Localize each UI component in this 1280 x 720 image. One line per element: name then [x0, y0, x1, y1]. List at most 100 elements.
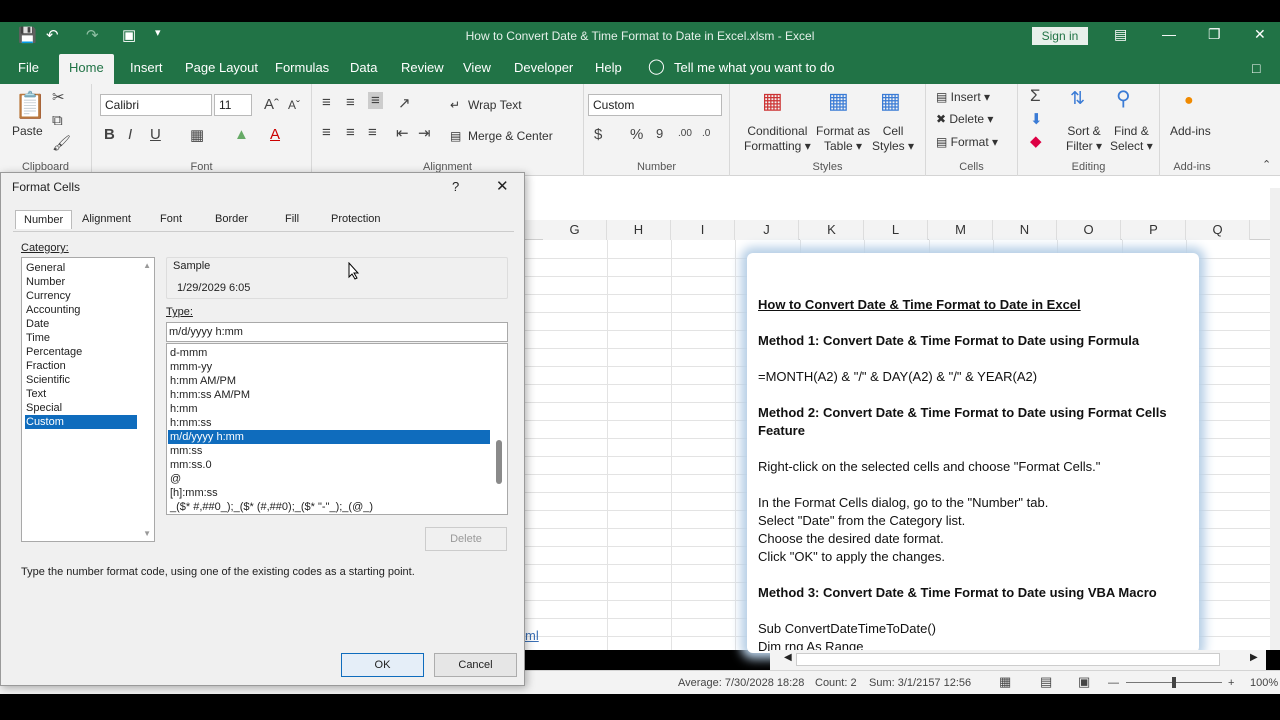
align-bottom-icon[interactable]: ≡	[368, 92, 383, 109]
list-item[interactable]: [h]:mm:ss	[168, 486, 490, 500]
list-item[interactable]: h:mm:ss AM/PM	[168, 388, 490, 402]
tab-border[interactable]: Border	[215, 213, 248, 225]
ok-button[interactable]: OK	[341, 653, 424, 677]
tab-formulas[interactable]: Formulas	[275, 60, 329, 75]
tab-insert[interactable]: Insert	[130, 60, 163, 75]
format-code-list[interactable]: d-mmm mmm-yy h:mm AM/PM h:mm:ss AM/PM h:…	[166, 343, 508, 515]
tab-number[interactable]: Number	[15, 210, 73, 229]
help-icon[interactable]: ?	[452, 179, 459, 194]
tab-review[interactable]: Review	[401, 60, 444, 75]
list-item[interactable]: Number	[25, 275, 137, 289]
sort-filter-icon[interactable]: ⇅	[1070, 88, 1085, 109]
scroll-thumb[interactable]	[796, 653, 1220, 666]
zoom-out-icon[interactable]: —	[1108, 677, 1119, 689]
wrap-text-button[interactable]: Wrap Text	[468, 98, 522, 113]
cell-styles-icon[interactable]: ▦	[880, 88, 901, 114]
list-item[interactable]: Text	[25, 387, 137, 401]
list-item[interactable]: Percentage	[25, 345, 137, 359]
list-item[interactable]: mmm-yy	[168, 360, 490, 374]
sort-filter-button[interactable]: Sort & Filter ▾	[1066, 124, 1102, 154]
font-size-combo[interactable]: 11	[214, 94, 252, 116]
conditional-formatting-icon[interactable]: ▦	[762, 88, 783, 114]
column-header[interactable]: N	[993, 220, 1057, 240]
tab-view[interactable]: View	[463, 60, 491, 75]
cancel-button[interactable]: Cancel	[434, 653, 517, 677]
align-center-icon[interactable]: ≡	[346, 124, 355, 141]
find-select-icon[interactable]: ⚲	[1116, 86, 1131, 111]
horizontal-scrollbar[interactable]: ◀ ▶	[770, 650, 1266, 670]
list-item[interactable]: d-mmm	[168, 346, 490, 360]
collapse-ribbon-icon[interactable]: ⌃	[1262, 158, 1271, 171]
list-item[interactable]: Fraction	[25, 359, 137, 373]
find-select-button[interactable]: Find & Select ▾	[1110, 124, 1153, 154]
decrease-decimal-icon[interactable]: .0	[702, 128, 710, 139]
currency-icon[interactable]: $	[594, 126, 602, 143]
list-item[interactable]: Time	[25, 331, 137, 345]
tab-developer[interactable]: Developer	[514, 60, 573, 75]
tell-me-search[interactable]: Tell me what you want to do	[674, 60, 834, 75]
list-item[interactable]: @	[168, 472, 490, 486]
italic-icon[interactable]: I	[128, 126, 132, 143]
tab-file[interactable]: File	[18, 60, 39, 75]
orientation-icon[interactable]: ↗	[398, 94, 411, 112]
bold-icon[interactable]: B	[104, 126, 115, 143]
comments-icon[interactable]: □	[1252, 60, 1260, 76]
list-scroll-thumb[interactable]	[496, 440, 502, 484]
zoom-in-icon[interactable]: +	[1228, 677, 1234, 689]
list-item[interactable]: h:mm AM/PM	[168, 374, 490, 388]
conditional-formatting-button[interactable]: Conditional Formatting ▾	[744, 124, 811, 154]
clear-icon[interactable]: ◆	[1030, 132, 1042, 150]
tab-font[interactable]: Font	[160, 213, 182, 225]
increase-font-icon[interactable]: Aˆ	[264, 96, 279, 113]
type-input[interactable]: m/d/yyyy h:mm	[166, 322, 508, 342]
list-item[interactable]: Special	[25, 401, 137, 415]
fill-color-icon[interactable]: ▲	[234, 126, 249, 143]
list-item[interactable]: General	[25, 261, 137, 275]
close-icon[interactable]: ✕	[1254, 26, 1266, 43]
merge-center-button[interactable]: Merge & Center	[468, 129, 553, 144]
decrease-indent-icon[interactable]: ⇤	[396, 124, 409, 142]
scroll-up-icon[interactable]: ▲	[143, 261, 151, 270]
number-format-combo[interactable]: Custom	[588, 94, 722, 116]
list-item[interactable]: h:mm:ss	[168, 416, 490, 430]
list-item[interactable]: Date	[25, 317, 137, 331]
dialog-close-icon[interactable]: ✕	[496, 177, 509, 195]
sign-in-button[interactable]: Sign in	[1032, 27, 1088, 45]
borders-icon[interactable]: ▦	[190, 126, 204, 144]
scroll-down-icon[interactable]: ▼	[143, 529, 151, 538]
merge-icon[interactable]: ▤	[450, 129, 461, 144]
addins-icon[interactable]: ●	[1184, 92, 1194, 110]
cell-styles-button[interactable]: Cell Styles ▾	[872, 124, 914, 154]
column-header[interactable]: H	[607, 220, 671, 240]
comma-icon[interactable]: 9	[656, 126, 663, 141]
underline-icon[interactable]: U	[150, 126, 161, 143]
decrease-font-icon[interactable]: Aˇ	[288, 98, 300, 112]
column-header[interactable]: M	[929, 220, 993, 240]
list-item[interactable]: mm:ss.0	[168, 458, 490, 472]
column-header[interactable]: L	[864, 220, 928, 240]
font-color-icon[interactable]: A	[270, 126, 280, 143]
addins-button[interactable]: Add-ins	[1170, 124, 1211, 139]
align-right-icon[interactable]: ≡	[368, 124, 377, 141]
list-item[interactable]: h:mm	[168, 402, 490, 416]
normal-view-icon[interactable]: ▦	[999, 674, 1011, 690]
tab-home[interactable]: Home	[59, 54, 114, 84]
list-item[interactable]: _($* #,##0_);_($* (#,##0);_($* "-"_);_(@…	[168, 500, 490, 514]
tab-alignment[interactable]: Alignment	[82, 213, 131, 225]
format-as-table-icon[interactable]: ▦	[828, 88, 849, 114]
format-painter-icon[interactable]: 🖌	[52, 134, 71, 152]
column-header[interactable]: I	[671, 220, 735, 240]
wrap-text-icon[interactable]: ↵	[450, 98, 460, 113]
fill-icon[interactable]: ⬇	[1030, 110, 1043, 128]
tab-help[interactable]: Help	[595, 60, 622, 75]
column-header[interactable]: K	[800, 220, 864, 240]
column-header[interactable]: J	[735, 220, 799, 240]
ribbon-display-icon[interactable]: ▤	[1114, 26, 1127, 43]
column-header[interactable]: G	[543, 220, 607, 240]
sheet-tab-fragment[interactable]: ml	[525, 628, 539, 643]
scroll-left-icon[interactable]: ◀	[784, 652, 792, 663]
tab-page-layout[interactable]: Page Layout	[185, 60, 258, 75]
column-header[interactable]: P	[1122, 220, 1186, 240]
align-middle-icon[interactable]: ≡	[346, 94, 355, 111]
tab-data[interactable]: Data	[350, 60, 377, 75]
